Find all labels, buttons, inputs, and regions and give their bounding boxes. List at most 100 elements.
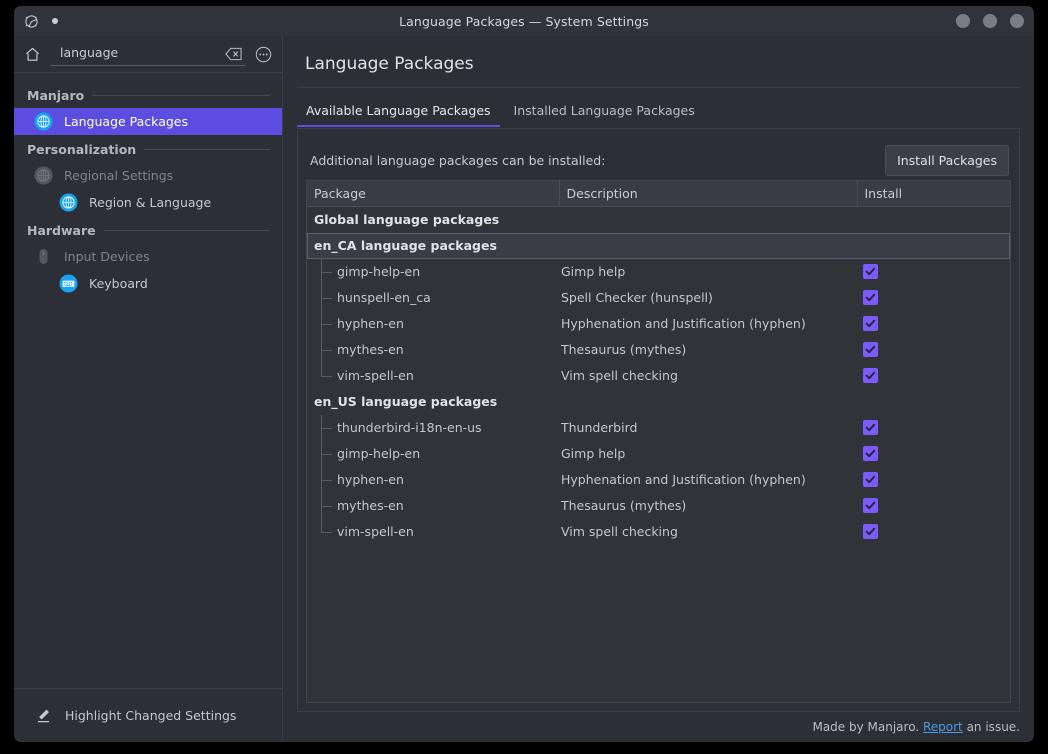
- package-name-cell: mythes-en: [307, 337, 559, 363]
- table-group-row[interactable]: en_US language packages: [307, 389, 1010, 415]
- maximize-button[interactable]: [983, 14, 997, 28]
- package-description: Hyphenation and Justification (hyphen): [559, 467, 857, 493]
- install-checkbox[interactable]: [863, 446, 878, 461]
- search-input[interactable]: [51, 45, 225, 62]
- highlight-changed-settings-button[interactable]: Highlight Changed Settings: [14, 688, 282, 742]
- install-checkbox[interactable]: [863, 342, 878, 357]
- tab-available-language-packages[interactable]: Available Language Packages: [297, 99, 500, 127]
- table-row[interactable]: vim-spell-enVim spell checking: [307, 363, 1010, 389]
- sidebar-item-input-devices[interactable]: Input Devices: [14, 243, 282, 270]
- install-checkbox-cell: [857, 467, 1010, 493]
- clear-backspace-icon[interactable]: [225, 47, 245, 61]
- home-icon[interactable]: [24, 46, 41, 63]
- package-name-cell: vim-spell-en: [307, 363, 559, 389]
- table-group-row[interactable]: Global language packages: [307, 207, 1010, 233]
- sidebar-item-keyboard[interactable]: Keyboard: [14, 270, 282, 297]
- table-row[interactable]: gimp-help-enGimp help: [307, 259, 1010, 285]
- install-checkbox[interactable]: [863, 264, 878, 279]
- package-table: Package Description Install Global langu…: [307, 181, 1010, 545]
- install-packages-button[interactable]: Install Packages: [885, 145, 1009, 176]
- table-row[interactable]: hyphen-en Hyphenation and Justification (…: [307, 311, 1010, 337]
- system-settings-window: Language Packages — System Settings: [14, 6, 1034, 742]
- tree-branch-line: [321, 363, 334, 389]
- package-name: hyphen-en: [337, 316, 404, 331]
- package-name: mythes-en: [337, 342, 404, 357]
- close-button[interactable]: [1010, 14, 1024, 28]
- package-name-cell: hyphen-en: [307, 311, 559, 337]
- table-row[interactable]: mythes-enThesaurus (mythes): [307, 337, 1010, 363]
- sidebar-item-regional-settings[interactable]: Regional Settings: [14, 162, 282, 189]
- install-checkbox[interactable]: [863, 368, 878, 383]
- tab-installed-language-packages[interactable]: Installed Language Packages: [505, 99, 704, 127]
- tree-branch-line: [321, 415, 334, 441]
- sidebar-item-label: Language Packages: [64, 114, 188, 129]
- install-checkbox-cell: [857, 493, 1010, 519]
- dot-icon: [52, 18, 58, 24]
- tree-branch-line: [321, 259, 334, 285]
- tree-branch-line: [321, 467, 334, 493]
- install-checkbox-cell: [857, 259, 1010, 285]
- language-globe-icon: [59, 193, 78, 212]
- install-checkbox[interactable]: [863, 316, 878, 331]
- column-header-description[interactable]: Description: [559, 181, 857, 207]
- tree-branch-line: [321, 519, 334, 545]
- sidebar-group-header: Personalization: [14, 135, 282, 162]
- package-name: thunderbird-i18n-en-us: [337, 420, 482, 435]
- main-content: Language Packages Available Language Pac…: [283, 36, 1034, 742]
- table-row[interactable]: gimp-help-enGimp help: [307, 441, 1010, 467]
- package-description: Spell Checker (hunspell): [559, 285, 857, 311]
- install-checkbox-cell: [857, 337, 1010, 363]
- install-checkbox[interactable]: [863, 524, 878, 539]
- search-bar: [14, 36, 282, 73]
- search-field-wrap: [51, 42, 245, 66]
- install-checkbox[interactable]: [863, 420, 878, 435]
- report-issue-link[interactable]: Report: [923, 720, 963, 734]
- titlebar-left-icons: [14, 14, 58, 29]
- sidebar-item-region-and-language[interactable]: Region & Language: [14, 189, 282, 216]
- install-checkbox[interactable]: [863, 472, 878, 487]
- table-row[interactable]: mythes-enThesaurus (mythes): [307, 493, 1010, 519]
- table-header-row: Package Description Install: [307, 181, 1010, 207]
- divider: [92, 95, 270, 96]
- sidebar-item-label: Regional Settings: [64, 168, 173, 183]
- install-checkbox-cell: [857, 311, 1010, 337]
- table-row[interactable]: hyphen-enHyphenation and Justification (…: [307, 467, 1010, 493]
- column-header-package[interactable]: Package: [307, 181, 559, 207]
- package-name: vim-spell-en: [337, 524, 414, 539]
- package-description: Thunderbird: [559, 415, 857, 441]
- table-group-row[interactable]: en_CA language packages: [307, 233, 1010, 259]
- sidebar-item-label: Keyboard: [89, 276, 148, 291]
- package-name-cell: vim-spell-en: [307, 519, 559, 545]
- window-title: Language Packages — System Settings: [14, 14, 1034, 29]
- table-body: Global language packagesen_CA language p…: [307, 207, 1010, 545]
- available-packages-panel: Additional language packages can be inst…: [297, 128, 1020, 712]
- install-checkbox-cell: [857, 285, 1010, 311]
- table-row[interactable]: thunderbird-i18n-en-us Thunderbird: [307, 415, 1010, 441]
- sidebar-group-label: Hardware: [27, 223, 96, 238]
- column-header-install[interactable]: Install: [857, 181, 1010, 207]
- tree-branch-line: [321, 441, 334, 467]
- install-checkbox[interactable]: [863, 498, 878, 513]
- overflow-menu-icon[interactable]: [255, 46, 272, 63]
- tree-branch-line: [321, 285, 334, 311]
- sidebar-nav: Manjaro Language Packages Personalizatio…: [14, 73, 282, 688]
- table-row[interactable]: vim-spell-enVim spell checking: [307, 519, 1010, 545]
- language-globe-icon: [34, 112, 53, 131]
- sidebar: Manjaro Language Packages Personalizatio…: [14, 36, 283, 742]
- package-description: Gimp help: [559, 259, 857, 285]
- table-row[interactable]: hunspell-en_ca Spell Checker (hunspell): [307, 285, 1010, 311]
- made-by-suffix: an issue.: [967, 720, 1020, 734]
- package-description: Hyphenation and Justification (hyphen): [559, 311, 857, 337]
- minimize-button[interactable]: [956, 14, 970, 28]
- sidebar-group-header: Hardware: [14, 216, 282, 243]
- keyboard-icon: [59, 274, 78, 293]
- package-name: hunspell-en_ca: [337, 290, 431, 305]
- gear-icon[interactable]: [24, 14, 39, 29]
- package-name-cell: hyphen-en: [307, 467, 559, 493]
- highlight-changed-settings-label: Highlight Changed Settings: [65, 708, 236, 723]
- install-checkbox[interactable]: [863, 290, 878, 305]
- package-name-cell: gimp-help-en: [307, 441, 559, 467]
- sidebar-item-language-packages[interactable]: Language Packages: [14, 108, 282, 135]
- package-table-wrap[interactable]: Package Description Install Global langu…: [306, 180, 1011, 703]
- titlebar: Language Packages — System Settings: [14, 6, 1034, 36]
